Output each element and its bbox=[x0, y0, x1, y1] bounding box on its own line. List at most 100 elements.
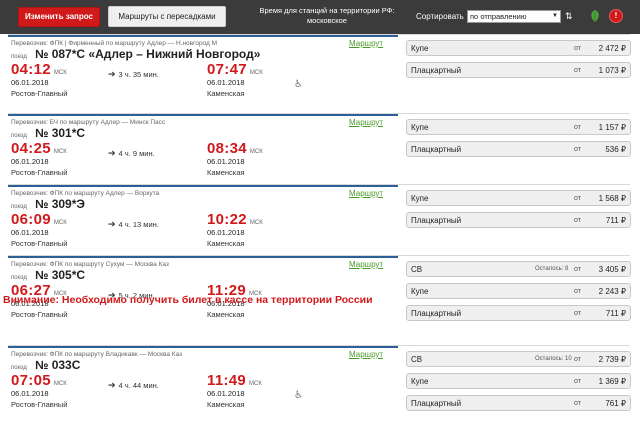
departure-date: 06.01.2018 bbox=[11, 389, 49, 398]
price-from-label: от bbox=[574, 400, 581, 407]
price-value: 1 568 bbox=[598, 194, 619, 203]
departure-station: Ростов-Главный bbox=[11, 89, 68, 98]
price-value: 3 405 bbox=[598, 265, 619, 274]
train-number: № 301*С bbox=[35, 126, 86, 140]
arrival-time-value: 11:49 bbox=[207, 372, 247, 389]
car-class-price: 1 369 ₽ bbox=[599, 377, 626, 386]
car-class-option[interactable]: СВ Осталось: 10 от 2 739 ₽ bbox=[406, 351, 631, 367]
arrival-timezone: МСК bbox=[249, 70, 263, 76]
travel-duration: ➔ 3 ч. 35 мин. bbox=[108, 69, 159, 80]
ruble-sign: ₽ bbox=[620, 145, 626, 154]
car-class-price: 1 157 ₽ bbox=[599, 123, 626, 132]
car-class-price: 2 739 ₽ bbox=[599, 355, 626, 364]
price-from-label: от bbox=[574, 288, 581, 295]
train-row-divider bbox=[8, 35, 398, 37]
price-value: 711 bbox=[605, 309, 619, 318]
arrow-right-icon: ➔ bbox=[108, 380, 116, 390]
train-label: поезд bbox=[11, 275, 27, 281]
train-row: Перевозчик: ФПК | Фирменный по маршруту … bbox=[8, 34, 631, 113]
route-link[interactable]: Маршрут bbox=[349, 260, 383, 269]
price-from-label: от bbox=[574, 378, 581, 385]
price-value: 2 243 bbox=[598, 287, 619, 296]
stop-icon[interactable]: ! bbox=[609, 9, 623, 23]
departure-time-value: 06:09 bbox=[11, 211, 51, 228]
arrow-right-icon: ➔ bbox=[108, 69, 116, 79]
departure-date: 06.01.2018 bbox=[11, 157, 49, 166]
departure-time-value: 04:25 bbox=[11, 140, 51, 157]
car-class-option[interactable]: Плацкартный от 711 ₽ bbox=[406, 212, 631, 228]
car-class-price: 3 405 ₽ bbox=[599, 265, 626, 274]
route-link[interactable]: Маршрут bbox=[349, 118, 383, 127]
route-link[interactable]: Маршрут bbox=[349, 189, 383, 198]
departure-station: Ростов-Главный bbox=[11, 168, 68, 177]
departure-date: 06.01.2018 bbox=[11, 78, 49, 87]
price-value: 761 bbox=[605, 399, 619, 408]
arrival-time-value: 07:47 bbox=[207, 61, 247, 78]
train-label: поезд bbox=[11, 54, 27, 60]
car-class-name: Плацкартный bbox=[411, 399, 462, 408]
departure-station: Ростов-Главный bbox=[11, 310, 68, 319]
ruble-sign: ₽ bbox=[620, 66, 626, 75]
price-from-label: от bbox=[574, 195, 581, 202]
price-from-label: от bbox=[574, 45, 581, 52]
transfer-routes-button[interactable]: Маршруты с пересадками bbox=[108, 6, 226, 27]
duration-value: 4 ч. 9 мин. bbox=[118, 149, 155, 158]
leaf-icon[interactable] bbox=[589, 9, 601, 23]
car-class-option[interactable]: СВ Осталось: 8 от 3 405 ₽ bbox=[406, 261, 631, 277]
car-class-option[interactable]: Купе от 2 472 ₽ bbox=[406, 40, 631, 56]
price-from-label: от bbox=[574, 310, 581, 317]
sort-order-icon[interactable]: ⇅ bbox=[565, 10, 573, 22]
train-number: № 087*С «Адлер – Нижний Новгород» bbox=[35, 47, 261, 61]
train-label: поезд bbox=[11, 133, 27, 139]
change-request-button[interactable]: Изменить запрос bbox=[18, 7, 100, 27]
price-from-label: от bbox=[574, 124, 581, 131]
arrival-date: 06.01.2018 bbox=[207, 228, 245, 237]
arrow-right-icon: ➔ bbox=[108, 219, 116, 229]
departure-time: 07:05 МСК bbox=[11, 372, 67, 389]
travel-duration: ➔ 4 ч. 9 мин. bbox=[108, 148, 155, 159]
chevron-down-icon: ▼ bbox=[552, 13, 558, 19]
train-row-divider bbox=[8, 185, 398, 187]
timezone-note: Время для станций на территории РФ: моск… bbox=[252, 6, 402, 26]
sort-select[interactable]: по отправлению ▼ bbox=[467, 10, 561, 23]
price-from-label: от bbox=[574, 217, 581, 224]
arrival-date: 06.01.2018 bbox=[207, 157, 245, 166]
car-class-option[interactable]: Купе от 2 243 ₽ bbox=[406, 283, 631, 299]
carrier-info: Перевозчик: БЧ по маршруту Адлер — Минск… bbox=[11, 119, 166, 126]
duration-value: 3 ч. 35 мин. bbox=[118, 70, 159, 79]
ruble-sign: ₽ bbox=[620, 265, 626, 274]
car-class-option[interactable]: Плацкартный от 711 ₽ bbox=[406, 305, 631, 321]
departure-time: 04:25 МСК bbox=[11, 140, 67, 157]
arrival-time-value: 08:34 bbox=[207, 140, 247, 157]
arrival-station: Каменская bbox=[207, 400, 245, 409]
car-class-option[interactable]: Купе от 1 568 ₽ bbox=[406, 190, 631, 206]
car-class-price: 2 243 ₽ bbox=[599, 287, 626, 296]
route-link[interactable]: Маршрут bbox=[349, 350, 383, 359]
toolbar: Изменить запрос Маршруты с пересадками В… bbox=[0, 0, 640, 34]
price-value: 711 bbox=[605, 216, 619, 225]
car-class-name: Купе bbox=[411, 287, 429, 296]
car-class-option[interactable]: Купе от 1 369 ₽ bbox=[406, 373, 631, 389]
car-class-option[interactable]: Купе от 1 157 ₽ bbox=[406, 119, 631, 135]
car-class-option[interactable]: Плацкартный от 761 ₽ bbox=[406, 395, 631, 411]
wheelchair-icon: ♿ bbox=[294, 79, 303, 90]
train-row-divider bbox=[8, 114, 398, 116]
arrival-timezone: МСК bbox=[249, 149, 263, 155]
travel-duration: ➔ 4 ч. 44 мин. bbox=[108, 380, 159, 391]
car-class-option[interactable]: Плацкартный от 1 073 ₽ bbox=[406, 62, 631, 78]
train-number: № 305*С bbox=[35, 268, 86, 282]
train-row: Перевозчик: БЧ по маршруту Адлер — Минск… bbox=[8, 113, 631, 184]
car-class-name: Плацкартный bbox=[411, 145, 462, 154]
train-label: поезд bbox=[11, 365, 27, 371]
ruble-sign: ₽ bbox=[620, 309, 626, 318]
car-class-price: 711 ₽ bbox=[606, 309, 626, 318]
route-link[interactable]: Маршрут bbox=[349, 39, 383, 48]
arrival-station: Каменская bbox=[207, 310, 245, 319]
car-class-price: 761 ₽ bbox=[605, 399, 626, 408]
arrow-right-icon: ➔ bbox=[108, 148, 116, 158]
car-class-option[interactable]: Плацкартный от 536 ₽ bbox=[406, 141, 631, 157]
train-row-divider bbox=[8, 256, 398, 258]
car-class-name: Плацкартный bbox=[411, 216, 462, 225]
arrival-date: 06.01.2018 bbox=[207, 78, 245, 87]
arrival-time: 08:34 МСК bbox=[207, 140, 263, 157]
